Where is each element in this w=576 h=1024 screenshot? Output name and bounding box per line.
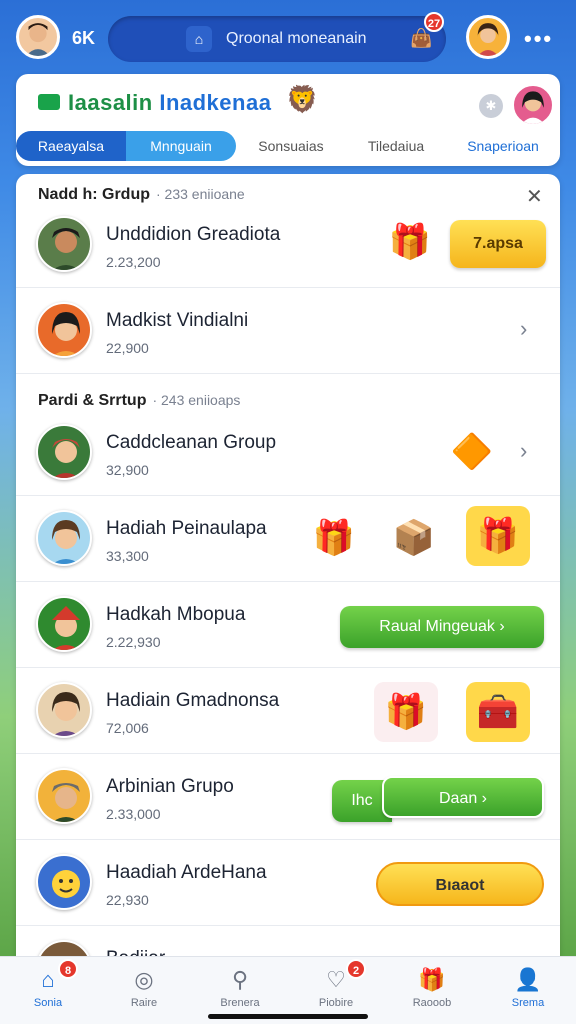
list-item[interactable]: Hadiain Gmadnonsa 72,006 🎁 🧰 (16, 668, 560, 754)
search-text: Qroonal moneanain (226, 30, 367, 47)
mascot-icon: 🦁 (286, 84, 319, 114)
nav-label: Srema (511, 997, 545, 1009)
group-name: Caddcleanan Group (106, 432, 277, 453)
group-count: 22,930 (106, 892, 149, 908)
chevron-right-icon[interactable]: › (520, 316, 527, 342)
home-indicator (208, 1014, 368, 1019)
avatar (36, 596, 92, 652)
action-button[interactable]: Bıaaot (376, 862, 544, 906)
group-count: 33,300 (106, 548, 149, 564)
app-logo-icon (38, 94, 60, 110)
gem-icon: 🔶 (450, 433, 494, 471)
list-item[interactable]: Hadiah Peinaulapa 33,300 🎁 📦 🎁 (16, 496, 560, 582)
home-icon: ⌂ (186, 26, 212, 52)
tab-5[interactable]: Snaperioan (446, 131, 560, 161)
gift-icon: 🎁 (388, 223, 432, 261)
tab-3[interactable]: Sonsuaias (236, 131, 346, 161)
nav-profile[interactable]: 👤 Srema (480, 957, 576, 1024)
avatar (36, 768, 92, 824)
action-button[interactable]: 7.apsa (450, 220, 546, 268)
tab-2[interactable]: Mnnguain (126, 131, 236, 161)
top-bar: 6K ⌂ Qroonal moneanain 👜 27 ••• (0, 0, 576, 78)
title-blue: Inadkenaa (152, 90, 272, 115)
action-label: Raual Mingeuak (379, 618, 495, 635)
list-item[interactable]: Haadiah ArdeHana 22,930 Bıaaot (16, 840, 560, 926)
list-item[interactable]: Arbinian Grupo 2.33,000 Ihc Daan › (16, 754, 560, 840)
heart-icon: ♡ (326, 967, 346, 992)
section-title: Nadd h: Grdup (38, 186, 150, 203)
profile-avatar[interactable] (16, 15, 60, 59)
friends-count: 6K (72, 28, 96, 48)
nav-gifts[interactable]: 🎁 Raooob (384, 957, 480, 1024)
gift-icon: 📦 (392, 519, 436, 557)
home-icon: ⌂ (41, 967, 55, 992)
nav-label: Sonia (33, 997, 63, 1009)
gift-icon: 🎁 (374, 682, 438, 742)
bag-badge: 27 (424, 12, 444, 32)
avatar (36, 510, 92, 566)
page-title: Iaasalin Inadkenaa (68, 90, 271, 116)
nav-label: Piobire (318, 997, 354, 1009)
avatar (36, 302, 92, 358)
group-count: 32,900 (106, 462, 149, 478)
group-count: 22,900 (106, 340, 149, 356)
group-name: Arbinian Grupo (106, 776, 234, 797)
gift-icon[interactable]: 🎁 (466, 506, 530, 566)
action-label: Daan (438, 790, 478, 807)
nav-badge: 8 (58, 959, 78, 979)
nav-label: Brenera (220, 997, 260, 1009)
group-count: 2.22,930 (106, 634, 161, 650)
friend-avatar[interactable] (466, 15, 510, 59)
list-item[interactable]: Madkist Vindialni 22,900 › (16, 288, 560, 374)
group-name: Hadkah Mbopua (106, 604, 246, 625)
chevron-right-icon[interactable]: › (520, 438, 527, 464)
group-name: Hadiah Peinaulapa (106, 518, 267, 539)
tab-bar: Raeayalsa Mnnguain Sonsuaias Tiledaiua S… (16, 130, 560, 162)
user-icon: 👤 (514, 967, 542, 992)
avatar (36, 854, 92, 910)
tab-1[interactable]: Raeayalsa (16, 131, 126, 161)
search-icon: ⚲ (231, 967, 249, 992)
group-name: Madkist Vindialni (106, 310, 249, 331)
group-count: 72,006 (106, 720, 149, 736)
avatar (36, 424, 92, 480)
group-name: Hadiain Gmadnonsa (106, 690, 280, 711)
list-item[interactable]: Unddidion Greadiota 2.23,200 🎁 7.apsa (16, 202, 560, 288)
action-button[interactable]: Raual Mingeuak › (340, 606, 544, 648)
nav-home[interactable]: ⌂ Sonia 8 (0, 957, 96, 1024)
gift-icon: 🎁 (312, 519, 356, 557)
title-green: Iaasalin (68, 90, 153, 115)
list-item[interactable]: Caddcleanan Group 32,900 🔶 › (16, 410, 560, 496)
group-list: Nadd h: Grdup · 233 eniioane ✕ Unddidion … (16, 174, 560, 974)
header-avatar[interactable] (512, 84, 554, 126)
gift-icon[interactable]: 🧰 (466, 682, 530, 742)
nav-label: Raooob (412, 997, 452, 1009)
action-button[interactable]: Daan › (382, 776, 544, 818)
section-meta: · 243 eniioaps (152, 392, 241, 408)
list-item[interactable]: Hadkah Mbopua 2.22,930 Raual Mingeuak › (16, 582, 560, 668)
section-title: Pardi & Srrtup (38, 392, 147, 409)
group-name: Unddidion Greadiota (106, 224, 281, 245)
group-name: Haadiah ArdeHana (106, 862, 267, 883)
group-count: 2.23,200 (106, 254, 161, 270)
header-card: Iaasalin Inadkenaa 🦁 ✱ Raeayalsa Mnnguai… (16, 74, 560, 166)
more-icon[interactable]: ••• (524, 26, 553, 52)
nav-explore[interactable]: ◎ Raire (96, 957, 192, 1024)
avatar (36, 682, 92, 738)
compass-icon: ◎ (134, 967, 154, 992)
nav-label: Raire (130, 997, 158, 1009)
section-meta: · 233 eniioane (155, 186, 245, 202)
gift-icon: 🎁 (418, 967, 446, 992)
group-count: 2.33,000 (106, 806, 161, 822)
avatar (36, 216, 92, 272)
tab-4[interactable]: Tiledaiua (346, 131, 446, 161)
search-bar[interactable]: ⌂ Qroonal moneanain 👜 27 (108, 12, 446, 62)
section-header: Pardi & Srrtup · 243 eniioaps (38, 392, 240, 410)
settings-icon[interactable]: ✱ (479, 94, 503, 118)
nav-badge: 2 (346, 959, 366, 979)
